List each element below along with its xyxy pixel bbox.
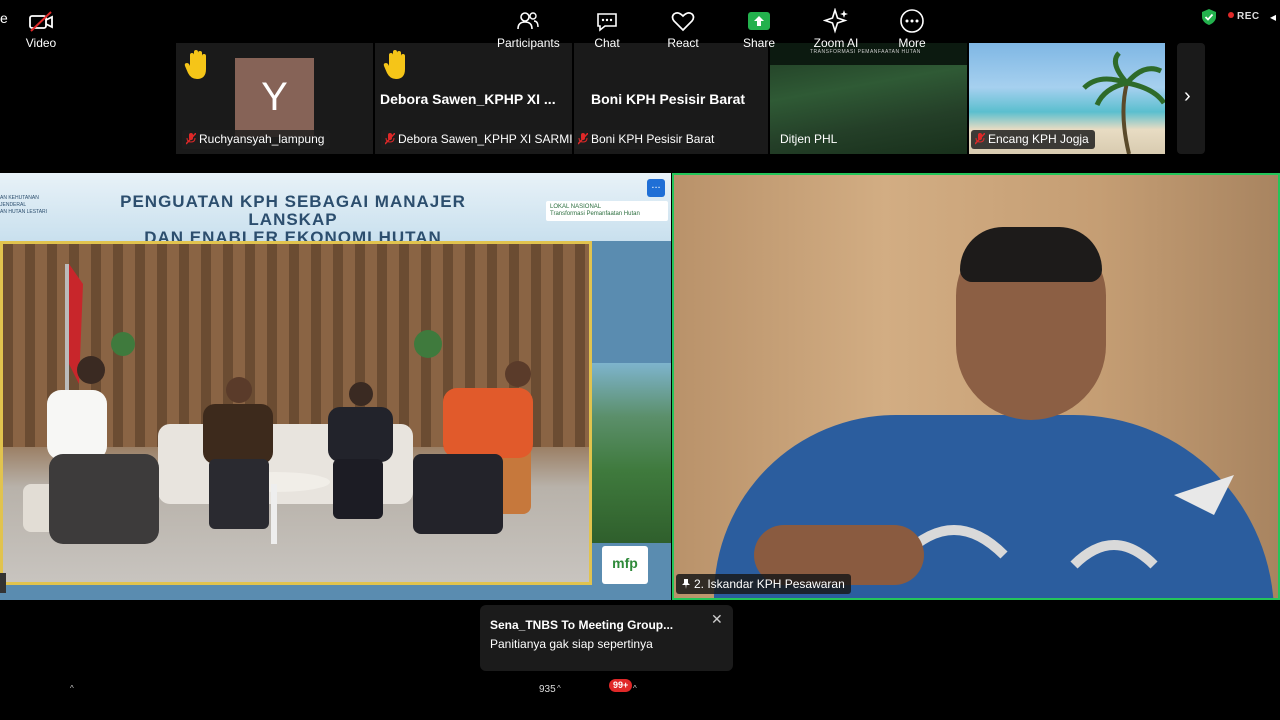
sparkle-icon [823, 8, 848, 34]
heart-icon [671, 12, 695, 32]
muted-mic-icon [186, 133, 196, 145]
organization-text: AN KEHUTANAN JENDERAL AN HUTAN LESTARI [0, 195, 47, 216]
video-options-button[interactable]: ... [647, 179, 665, 197]
chat-button[interactable]: Chat [590, 8, 624, 50]
more-dots-icon [900, 9, 924, 33]
participant-tile[interactable]: Boni KPH Pesisir Barat Boni KPH Pesisir … [574, 43, 768, 154]
video-button[interactable]: Video [18, 8, 64, 50]
slide-banner: AN KEHUTANAN JENDERAL AN HUTAN LESTARI PEN… [0, 173, 671, 247]
avatar: Y [235, 58, 314, 137]
meeting-topbar: e REC ◂ [0, 0, 1280, 40]
recording-indicator[interactable]: REC [1228, 11, 1260, 22]
chat-message-preview: Panitianya gak siap sepertinya [490, 637, 653, 651]
chevron-right-icon: › [1184, 85, 1191, 107]
raised-hand-icon [184, 50, 206, 79]
participant-name: Debora Sawen_KPHP XI SARMI ... [398, 132, 572, 146]
close-icon[interactable]: ✕ [711, 611, 723, 628]
view-options-icon[interactable]: ◂ [1270, 10, 1276, 24]
panel-scene [23, 264, 533, 544]
muted-mic-icon [578, 133, 588, 145]
participant-display-name: Boni KPH Pesisir Barat [591, 91, 746, 107]
recording-label: REC [1237, 11, 1260, 22]
org-line: JENDERAL [0, 202, 27, 208]
participant-nametag: Debora Sawen_KPHP XI SARMI ... [381, 130, 572, 149]
participant-tile[interactable]: TRANSFORMASI PEMANFAATAN HUTAN Ditjen PH… [770, 43, 967, 154]
speaker-nametag: 2. Iskandar KPH Pesawaran [676, 574, 851, 594]
share-label: Share [742, 36, 776, 50]
participant-name: Encang KPH Jogja [988, 132, 1089, 146]
zoom-ai-button[interactable]: Zoom AI [810, 8, 862, 50]
logo-line: LOKAL NASIONAL [550, 204, 602, 210]
slide-title-line: PENGUATAN KPH SEBAGAI MANAJER LANSKAP [120, 192, 466, 229]
recording-dot-icon [1228, 12, 1234, 18]
chat-icon [597, 13, 617, 32]
participants-count: 935 [539, 684, 556, 695]
next-page-button[interactable]: › [1177, 43, 1205, 154]
window-title-fragment: e [0, 10, 8, 26]
muted-mic-icon [385, 133, 395, 145]
event-logo: LOKAL NASIONAL Transformasi Pemanfaatan H… [546, 201, 668, 221]
chat-label: Chat [594, 36, 620, 50]
org-line: AN KEHUTANAN [0, 195, 39, 201]
chat-unread-badge: 99+ [609, 679, 633, 692]
video-label: Video [25, 36, 57, 50]
raised-hand-icon [383, 50, 405, 79]
org-line: AN HUTAN LESTARI [0, 209, 48, 215]
studio-stage-video [0, 241, 592, 585]
participant-thumbnail-strip: Y Ruchyansyah_lampung Debora Sawen_KPHP … [0, 40, 1280, 158]
participant-nametag: Encang KPH Jogja [971, 130, 1095, 149]
participant-tile[interactable]: Debora Sawen_KPHP XI ... Debora Sawen_KP… [375, 43, 572, 154]
muted-mic-icon [975, 133, 985, 145]
chat-notification-toast[interactable]: Sena_TNBS To Meeting Group... Panitianya… [480, 605, 733, 671]
encryption-shield-icon[interactable] [1202, 9, 1216, 25]
participant-display-name: Debora Sawen_KPHP XI ... [380, 91, 556, 107]
share-edge-handle[interactable] [0, 573, 6, 593]
video-off-icon [29, 11, 53, 32]
participants-label: Participants [497, 36, 560, 50]
participants-icon [517, 12, 539, 30]
participant-nametag: Boni KPH Pesisir Barat [574, 130, 721, 149]
video-options-caret-icon[interactable]: ^ [70, 684, 74, 693]
pin-icon [682, 579, 690, 589]
video-overlay-banner: TRANSFORMASI PEMANFAATAN HUTAN [770, 43, 967, 65]
participant-nametag: Ditjen PHL [776, 130, 843, 149]
mfp-logo: mfp [602, 546, 648, 584]
react-button[interactable]: React [664, 8, 702, 50]
share-screen-icon [748, 12, 770, 30]
meeting-toolbar [0, 672, 1280, 720]
participant-name: Boni KPH Pesisir Barat [591, 132, 715, 146]
participant-name: Ditjen PHL [780, 132, 838, 146]
more-button[interactable]: More [894, 8, 930, 50]
participant-nametag: Ruchyansyah_lampung [182, 130, 331, 149]
participant-tile[interactable]: Y Ruchyansyah_lampung [176, 43, 373, 154]
logo-line: Transformasi Pemanfaatan Hutan [550, 211, 640, 217]
chat-sender: Sena_TNBS To Meeting Group... [490, 618, 674, 632]
slide-title: PENGUATAN KPH SEBAGAI MANAJER LANSKAP DAN… [78, 193, 508, 247]
shared-screen-video[interactable]: AN KEHUTANAN JENDERAL AN HUTAN LESTARI PEN… [0, 173, 671, 600]
speaker-hair [960, 227, 1102, 282]
speaker-name: 2. Iskandar KPH Pesawaran [694, 577, 845, 591]
share-screen-button[interactable]: Share [740, 8, 778, 50]
react-label: React [667, 36, 699, 50]
slide-landscape-image [592, 363, 671, 543]
chat-caret-icon[interactable]: ^ [633, 684, 637, 693]
participant-tile[interactable]: Encang KPH Jogja [969, 43, 1165, 154]
active-speaker-video[interactable]: 2. Iskandar KPH Pesawaran [672, 173, 1280, 600]
participants-caret-icon[interactable]: ^ [557, 684, 561, 693]
more-label: More [898, 36, 926, 50]
zoom-ai-label: Zoom AI [813, 36, 859, 50]
participants-button[interactable]: Participants [497, 8, 560, 50]
participant-name: Ruchyansyah_lampung [199, 132, 325, 146]
